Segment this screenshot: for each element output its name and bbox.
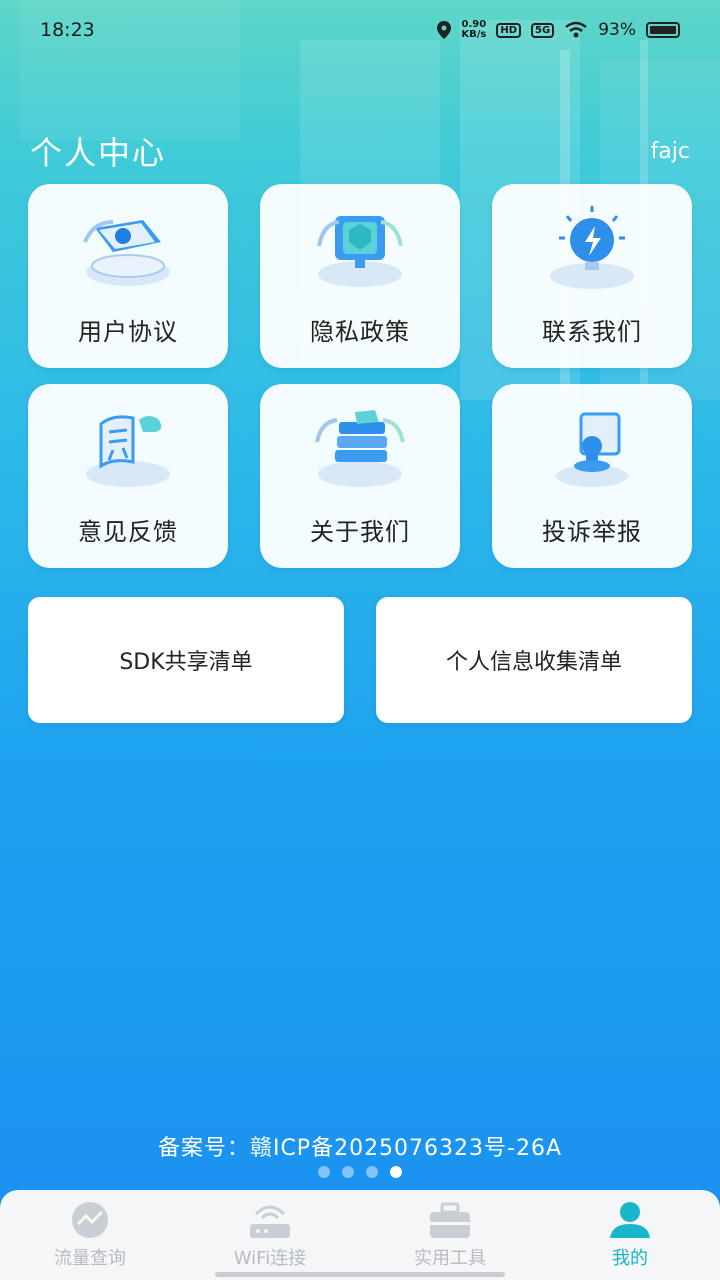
card-label: 投诉举报	[542, 518, 642, 546]
location-icon	[437, 21, 452, 39]
toolbox-icon	[430, 1202, 470, 1238]
chart-icon	[72, 1202, 108, 1238]
card-label: 隐私政策	[310, 318, 410, 346]
net-speed: 0.90 KB/s	[461, 19, 487, 40]
stamp-icon	[556, 412, 628, 487]
document-icon	[83, 220, 170, 286]
feedback-icon	[86, 415, 170, 487]
page-header: 个人中心 fajc	[30, 128, 690, 174]
personal-info-list-button[interactable]: 个人信息收集清单	[376, 597, 692, 723]
page-indicator	[0, 1166, 720, 1178]
page-dot	[366, 1166, 378, 1178]
privacy-policy-card[interactable]: 隐私政策	[260, 184, 460, 368]
tab-utilities[interactable]: 实用工具	[370, 1200, 530, 1270]
about-us-card[interactable]: 关于我们	[260, 384, 460, 568]
menu-grid: 用户协议 隐私政策 联系我们 意见反馈 关于我们 投诉举报	[28, 184, 692, 568]
signal-5g-badge: 5G	[531, 22, 555, 38]
lightning-bulb-icon	[550, 206, 634, 289]
battery-icon	[646, 22, 680, 38]
complaint-report-card[interactable]: 投诉举报	[492, 384, 692, 568]
card-label: 联系我们	[542, 318, 642, 346]
card-label: 关于我们	[310, 518, 410, 546]
tab-traffic-query[interactable]: 流量查询	[10, 1200, 170, 1270]
card-label: 意见反馈	[78, 518, 178, 546]
card-label: 用户协议	[78, 318, 178, 346]
hd-badge: HD	[496, 22, 522, 38]
books-icon	[315, 410, 405, 487]
tab-mine[interactable]: 我的	[550, 1200, 710, 1270]
page-dot-active	[390, 1166, 402, 1178]
wifi-icon	[565, 21, 587, 38]
router-icon	[250, 1205, 290, 1238]
tab-label: WiFi连接	[233, 1248, 307, 1269]
icp-record: 备案号：赣ICP备2025076323号-26A	[157, 1136, 563, 1161]
user-name[interactable]: fajc	[651, 139, 690, 164]
status-bar: 18:23 0.90 KB/s HD 5G 93%	[0, 0, 720, 60]
tab-label: 实用工具	[414, 1248, 486, 1269]
bottom-tab-bar: 流量查询 WiFi连接 实用工具 我的	[0, 1190, 720, 1280]
status-indicators: 0.90 KB/s HD 5G 93%	[437, 20, 680, 40]
status-time: 18:23	[40, 19, 95, 41]
feedback-card[interactable]: 意见反馈	[28, 384, 228, 568]
list-buttons-row: SDK共享清单 个人信息收集清单	[28, 597, 692, 723]
page-title: 个人中心	[30, 134, 167, 172]
tab-wifi-connect[interactable]: WiFi连接	[190, 1200, 350, 1270]
user-icon	[610, 1202, 650, 1238]
battery-percent: 93%	[598, 20, 636, 40]
home-indicator	[215, 1272, 505, 1277]
sdk-share-list-button[interactable]: SDK共享清单	[28, 597, 344, 723]
tab-label: 流量查询	[54, 1248, 126, 1269]
user-agreement-card[interactable]: 用户协议	[28, 184, 228, 368]
shield-screen-icon	[317, 216, 403, 287]
tab-label: 我的	[612, 1248, 648, 1269]
page-dot	[318, 1166, 330, 1178]
contact-us-card[interactable]: 联系我们	[492, 184, 692, 368]
page-dot	[342, 1166, 354, 1178]
